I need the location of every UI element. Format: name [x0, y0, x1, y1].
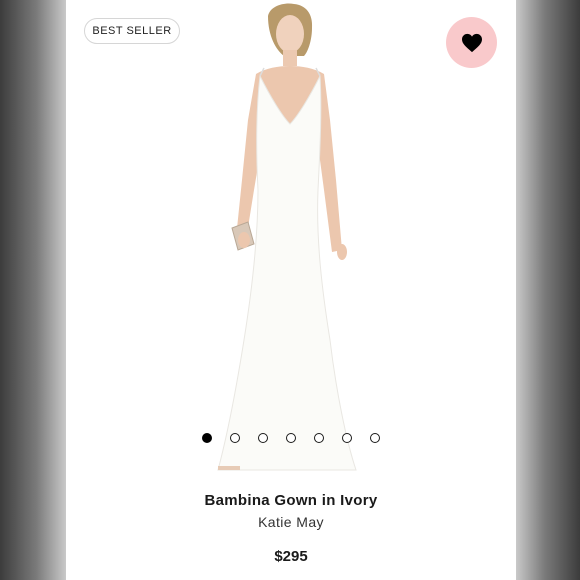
background-right [516, 0, 580, 580]
best-seller-badge: BEST SELLER [84, 18, 180, 44]
heart-icon [461, 33, 482, 52]
favorite-button[interactable] [446, 17, 497, 68]
carousel-dot[interactable] [258, 433, 268, 443]
carousel-dot[interactable] [286, 433, 296, 443]
carousel-dot[interactable] [314, 433, 324, 443]
carousel-dot[interactable] [342, 433, 352, 443]
product-image[interactable] [196, 0, 396, 478]
product-title[interactable]: Bambina Gown in Ivory [66, 492, 516, 509]
product-card: BEST SELLER Bambina Gown in Ivory Katie … [66, 0, 516, 580]
background-left [0, 0, 66, 580]
product-price: $295 [274, 548, 308, 565]
product-brand[interactable]: Katie May [66, 514, 516, 530]
image-carousel-dots [202, 433, 380, 443]
carousel-dot[interactable] [202, 433, 212, 443]
carousel-dot[interactable] [370, 433, 380, 443]
carousel-dot[interactable] [230, 433, 240, 443]
